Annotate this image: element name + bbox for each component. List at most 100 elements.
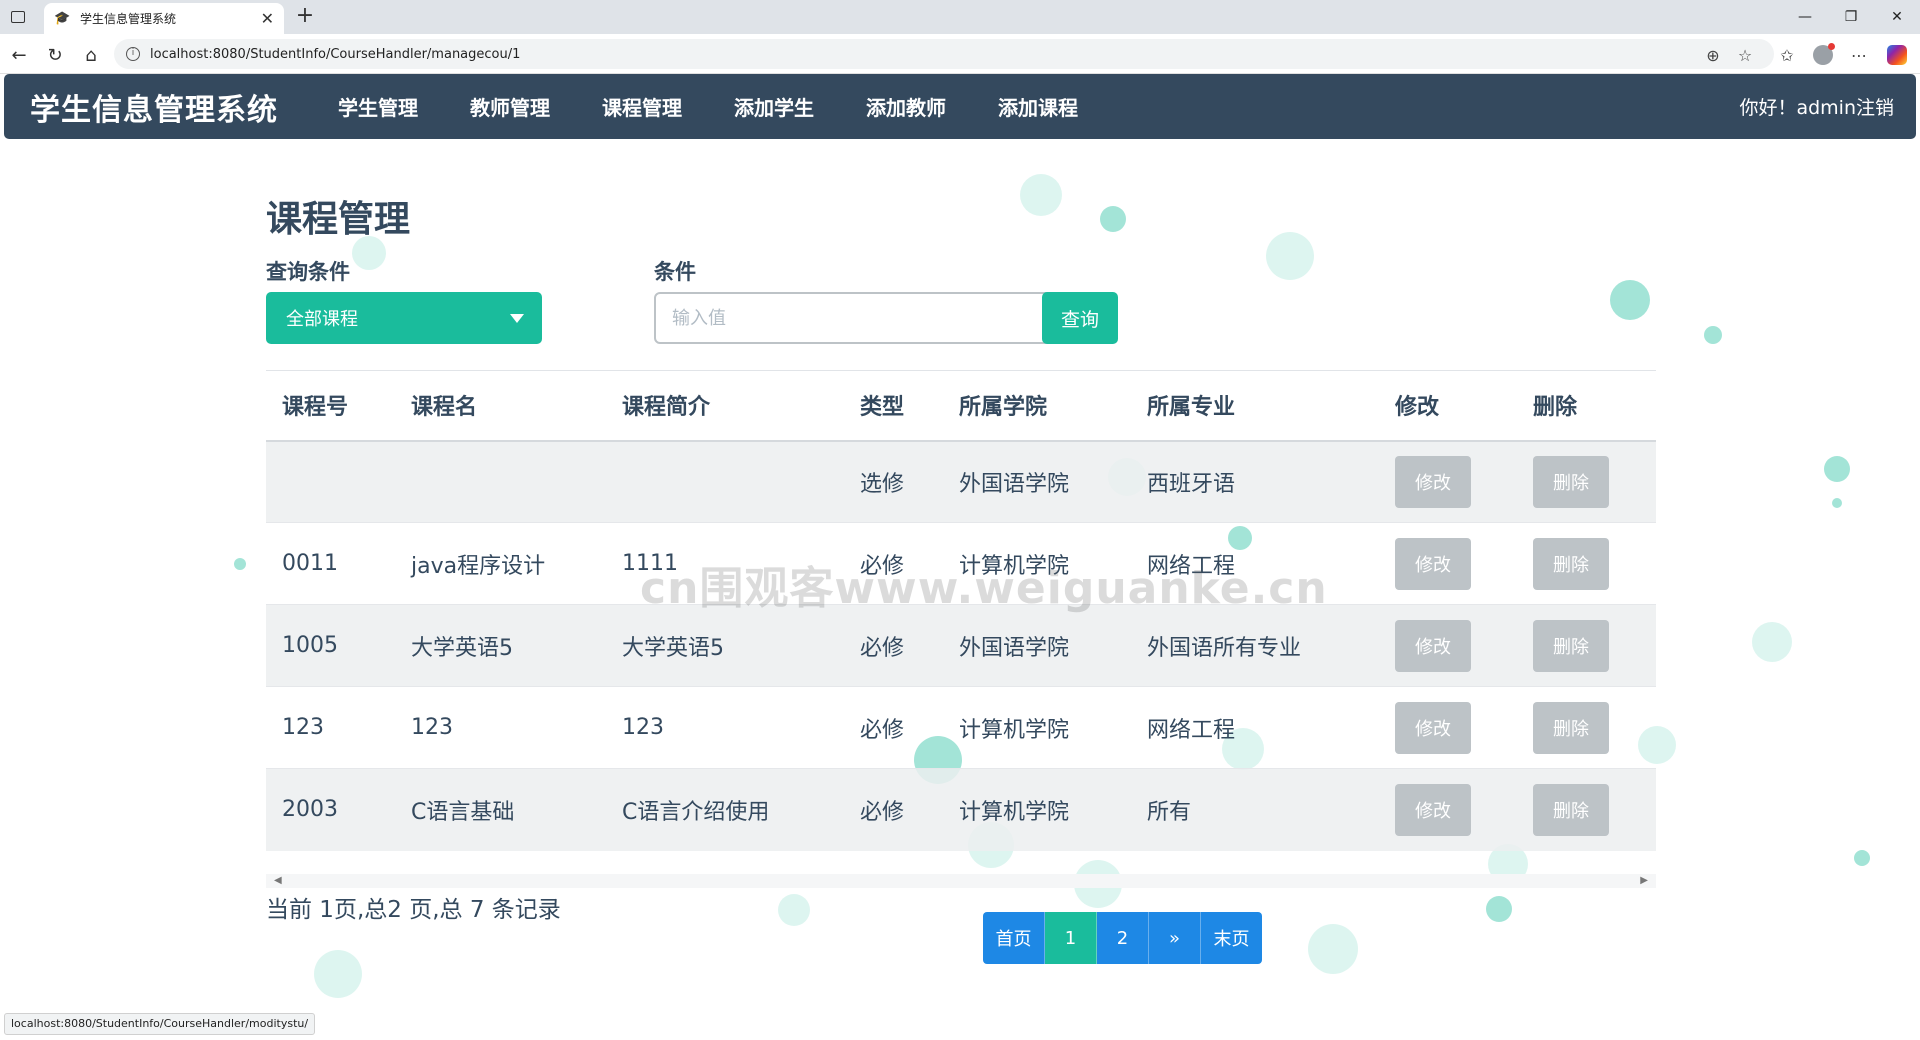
edit-button[interactable]: 修改 [1395,537,1471,590]
cell-course-intro: C语言介绍使用 [606,768,844,851]
cell-course-id [266,440,395,523]
condition-label: 条件 [654,260,696,284]
cell-type: 选修 [844,440,943,523]
edit-button[interactable]: 修改 [1395,619,1471,672]
cell-college: 外国语学院 [943,440,1131,523]
top-navbar: 学生信息管理系统 学生管理 教师管理 课程管理 添加学生 添加教师 添加课程 你… [4,74,1916,139]
cell-major: 西班牙语 [1131,440,1379,523]
cell-type: 必修 [844,768,943,851]
page-title: 课程管理 [266,199,411,240]
cell-course-name: java程序设计 [395,522,606,605]
window-menu-icon[interactable] [8,7,28,27]
tab-title: 学生信息管理系统 [80,12,177,26]
favorites-icon[interactable]: ✩ [1774,42,1800,68]
user-greeting-logout[interactable]: 你好！admin注销 [1739,74,1894,139]
nav-add-student[interactable]: 添加学生 [734,92,814,121]
pagination: 首页 1 2 » 末页 [983,912,1262,964]
header-course-name: 课程名 [395,370,606,442]
caret-down-icon [510,314,524,323]
minimize-icon[interactable]: — [1782,0,1828,34]
status-bar-url: localhost:8080/StudentInfo/CourseHandler… [4,1013,316,1035]
table-row: 123 123 123 必修 计算机学院 网络工程 修改 删除 [266,686,1656,769]
page-next-button[interactable]: » [1149,912,1201,964]
copilot-icon[interactable] [1884,42,1910,68]
pagination-summary: 当前 1页,总2 页,总 7 条记录 [266,897,561,923]
table-header-row: 课程号 课程名 课程简介 类型 所属学院 所属专业 修改 删除 [266,370,1656,442]
student-cap-icon: 🎓 [54,10,71,26]
cell-course-intro: 123 [606,686,844,769]
nav-add-teacher[interactable]: 添加教师 [866,92,946,121]
cell-course-intro: 大学英语5 [606,604,844,687]
cell-major: 所有 [1131,768,1379,851]
edit-button[interactable]: 修改 [1395,701,1471,754]
browser-tab-bar: 🎓 学生信息管理系统 ✕ + — ❐ ✕ [0,0,1920,34]
delete-button[interactable]: 删除 [1533,619,1609,672]
header-edit: 修改 [1379,370,1517,442]
select-value: 全部课程 [286,309,358,330]
cell-course-intro [606,440,844,523]
page-2-button[interactable]: 2 [1097,912,1149,964]
course-filter-select[interactable]: 全部课程 [266,292,542,344]
app-viewport: 学生信息管理系统 学生管理 教师管理 课程管理 添加学生 添加教师 添加课程 你… [4,74,1916,1040]
header-delete: 删除 [1517,370,1656,442]
brand-title[interactable]: 学生信息管理系统 [30,85,278,129]
condition-input[interactable] [654,292,1092,344]
reload-icon[interactable]: ↻ [42,42,68,68]
home-icon[interactable]: ⌂ [78,42,104,68]
table-row: 1005 大学英语5 大学英语5 必修 外国语学院 外国语所有专业 修改 删除 [266,604,1656,687]
cell-course-name: 大学英语5 [395,604,606,687]
nav-course-manage[interactable]: 课程管理 [602,92,682,121]
page-1-button[interactable]: 1 [1045,912,1097,964]
back-icon[interactable]: ← [6,42,32,68]
query-button[interactable]: 查询 [1042,292,1118,344]
url-field[interactable]: i localhost:8080/StudentInfo/CourseHandl… [114,39,1774,69]
scroll-left-icon[interactable]: ◀ [274,875,282,886]
delete-button[interactable]: 删除 [1533,537,1609,590]
edit-button[interactable]: 修改 [1395,455,1471,508]
delete-button[interactable]: 删除 [1533,455,1609,508]
watermark-text: cn围观客www.weiguanke.cn [640,563,1328,614]
cell-college: 计算机学院 [943,686,1131,769]
query-condition-label: 查询条件 [266,260,350,284]
table-row: 2003 C语言基础 C语言介绍使用 必修 计算机学院 所有 修改 删除 [266,768,1656,851]
restore-icon[interactable]: ❐ [1828,0,1874,34]
cell-course-id: 1005 [266,604,395,687]
zoom-icon[interactable]: ⊕ [1700,42,1726,68]
header-type: 类型 [844,370,943,442]
cell-college: 外国语学院 [943,604,1131,687]
nav-add-course[interactable]: 添加课程 [998,92,1078,121]
site-info-icon[interactable]: i [126,47,140,61]
page-last-button[interactable]: 末页 [1201,912,1262,964]
cell-course-id: 0011 [266,522,395,605]
horizontal-scrollbar[interactable]: ◀ ▶ [266,874,1656,888]
delete-button[interactable]: 删除 [1533,783,1609,836]
close-tab-icon[interactable]: ✕ [261,9,274,28]
cell-type: 必修 [844,604,943,687]
scroll-right-icon[interactable]: ▶ [1640,875,1648,886]
nav-student-manage[interactable]: 学生管理 [338,92,418,121]
cell-course-id: 123 [266,686,395,769]
close-window-icon[interactable]: ✕ [1874,0,1920,34]
favorite-star-icon[interactable]: ☆ [1732,42,1758,68]
main-content: 课程管理 查询条件 条件 全部课程 查询 课程号 课程名 课程简介 类型 [266,184,1656,964]
cell-course-name: 123 [395,686,606,769]
header-course-intro: 课程简介 [606,370,844,442]
header-major: 所属专业 [1131,370,1379,442]
cell-course-id: 2003 [266,768,395,851]
more-menu-icon[interactable]: ⋯ [1846,42,1872,68]
edit-button[interactable]: 修改 [1395,783,1471,836]
nav-teacher-manage[interactable]: 教师管理 [470,92,550,121]
address-bar: ← ↻ ⌂ i localhost:8080/StudentInfo/Cours… [0,34,1920,74]
profile-avatar-icon[interactable] [1810,42,1836,68]
cell-course-name [395,440,606,523]
cell-type: 必修 [844,686,943,769]
header-course-id: 课程号 [266,370,395,442]
cell-college: 计算机学院 [943,768,1131,851]
page-first-button[interactable]: 首页 [983,912,1045,964]
url-text: localhost:8080/StudentInfo/CourseHandler… [150,46,521,62]
delete-button[interactable]: 删除 [1533,701,1609,754]
browser-tab[interactable]: 🎓 学生信息管理系统 ✕ [44,3,284,34]
cell-major: 网络工程 [1131,686,1379,769]
new-tab-icon[interactable]: + [292,4,318,30]
cell-major: 外国语所有专业 [1131,604,1379,687]
